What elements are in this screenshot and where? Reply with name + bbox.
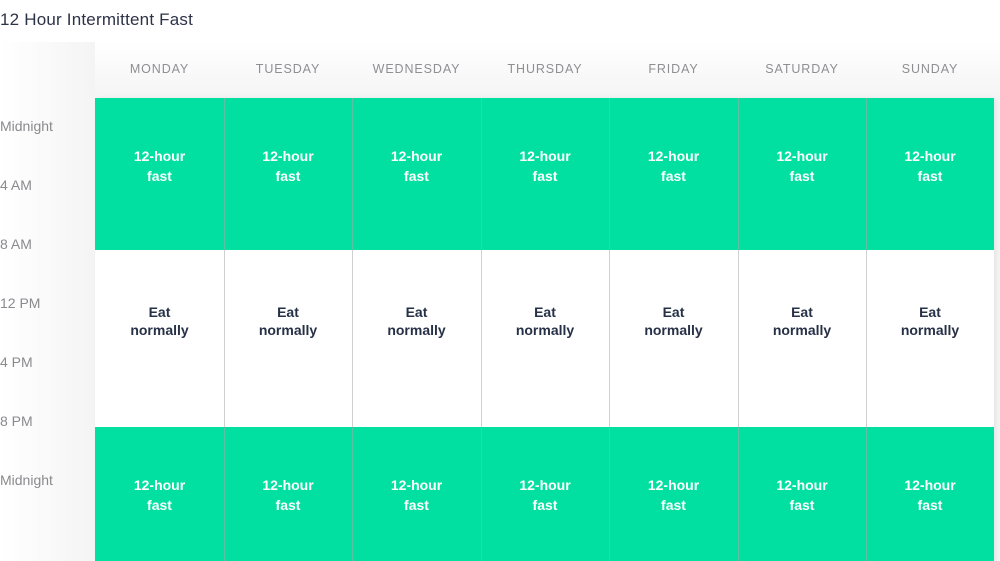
fast-label: 12-hour fast [519,148,571,184]
time-label: 8 PM [0,413,33,429]
eat-label: Eat normally [644,304,703,338]
time-label: Midnight [0,118,53,134]
eat-cell-friday: Eat normally [609,250,738,427]
column-divider [738,98,739,561]
time-label: 4 PM [0,354,33,370]
fast-cell-monday: 12-hour fast [95,427,224,561]
day-header-wednesday: WEDNESDAY [372,62,461,76]
fast-label: 12-hour fast [647,148,700,184]
fast-label: 12-hour fast [133,477,186,513]
fast-cell-monday: 12-hour fast [95,98,224,250]
eat-cell-thursday: Eat normally [481,250,609,427]
fast-cell-sunday: 12-hour fast [866,98,994,250]
fast-cell-wednesday: 12-hour fast [352,98,481,250]
column-divider [866,98,867,561]
time-label: 8 AM [0,236,32,252]
fast-label: 12-hour fast [390,148,443,184]
schedule-grid: 12-hour fast 12-hour fast 12-hour fast 12-h… [95,98,994,561]
fast-cell-friday: 12-hour fast [609,427,738,561]
eat-cell-tuesday: Eat normally [224,250,352,427]
day-header-sunday: SUNDAY [901,62,959,76]
fast-cell-friday: 12-hour fast [609,98,738,250]
time-label: 12 PM [0,295,41,311]
fast-cell-saturday: 12-hour fast [738,427,866,561]
fast-cell-tuesday: 12-hour fast [224,427,352,561]
fast-band-bottom: 12-hour fast 12-hour fast 12-hour fast 12-h… [95,427,994,561]
eat-label: Eat normally [258,304,318,338]
day-header-thursday: THURSDAY [507,62,583,76]
column-divider [481,98,482,561]
eat-label: Eat normally [515,304,575,338]
eat-label: Eat normally [387,304,446,338]
day-header-row: MONDAY TUESDAY WEDNESDAY THURSDAY FRIDAY SATU… [95,62,995,78]
fast-cell-thursday: 12-hour fast [481,98,609,250]
time-label: 4 AM [0,177,32,193]
fast-cell-saturday: 12-hour fast [738,98,866,250]
day-header-tuesday: TUESDAY [255,62,321,76]
fast-label: 12-hour fast [262,148,314,184]
column-divider [352,98,353,561]
fast-label: 12-hour fast [262,477,314,513]
fast-label: 12-hour fast [390,477,443,513]
eat-label: Eat normally [772,304,832,338]
eat-band: Eat normally Eat normally Eat normally Eat … [95,250,994,427]
column-divider [224,98,225,561]
fast-cell-sunday: 12-hour fast [866,427,994,561]
fast-cell-thursday: 12-hour fast [481,427,609,561]
fast-label: 12-hour fast [904,148,956,184]
time-label: Midnight [0,472,53,488]
column-divider [609,98,610,561]
fast-cell-wednesday: 12-hour fast [352,427,481,561]
day-header-monday: MONDAY [129,62,190,76]
eat-label: Eat normally [900,304,960,338]
eat-cell-sunday: Eat normally [866,250,994,427]
eat-cell-monday: Eat normally [95,250,224,427]
fast-label: 12-hour fast [133,148,186,184]
eat-label: Eat normally [130,304,189,338]
fast-label: 12-hour fast [776,477,828,513]
eat-cell-saturday: Eat normally [738,250,866,427]
fast-band-top: 12-hour fast 12-hour fast 12-hour fast 12-h… [95,98,994,250]
fast-cell-tuesday: 12-hour fast [224,98,352,250]
eat-cell-wednesday: Eat normally [352,250,481,427]
day-header-saturday: SATURDAY [765,62,839,76]
fast-label: 12-hour fast [776,148,828,184]
fast-label: 12-hour fast [519,477,571,513]
fast-label: 12-hour fast [647,477,700,513]
fast-label: 12-hour fast [904,477,956,513]
page-title: 12 Hour Intermittent Fast [0,10,194,29]
day-header-friday: FRIDAY [648,62,699,76]
